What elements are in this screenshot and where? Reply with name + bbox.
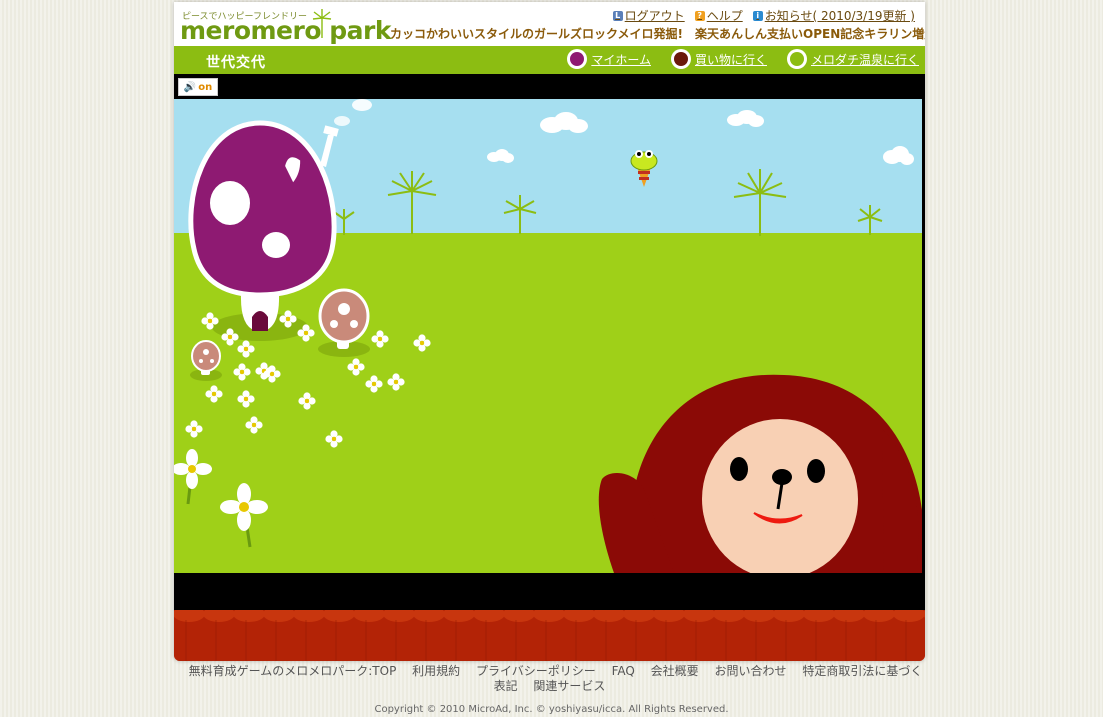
shopping-link[interactable]: 買い物に行く bbox=[670, 49, 767, 69]
shopping-label: 買い物に行く bbox=[694, 52, 767, 67]
myhome-icon bbox=[567, 49, 588, 69]
game-area[interactable]: 🔊 on bbox=[174, 74, 925, 611]
sound-toggle-button[interactable]: 🔊 on bbox=[178, 78, 218, 96]
header: ピースでハッピーフレンドリー meromero park L ログアウト ? ヘ… bbox=[174, 2, 925, 46]
logo-text: meromero park bbox=[180, 16, 391, 45]
onsen-icon bbox=[786, 49, 807, 69]
small-mushroom bbox=[318, 288, 370, 357]
footer-link-faq[interactable]: FAQ bbox=[612, 664, 635, 678]
copyright: Copyright © 2010 MicroAd, Inc. © yoshiya… bbox=[374, 704, 729, 715]
footer-link-top[interactable]: 無料育成ゲームのメロメロパーク:TOP bbox=[189, 664, 397, 678]
logo[interactable]: meromero park bbox=[180, 9, 391, 45]
green-nav-bar: 世代交代 マイホーム 買い物に行く メロダチ温泉に行く bbox=[174, 46, 925, 74]
footer-link-related[interactable]: 関連サービス bbox=[533, 679, 605, 693]
onsen-label: メロダチ温泉に行く bbox=[810, 52, 919, 67]
shopping-icon bbox=[670, 49, 691, 69]
dandelion-logo-icon bbox=[312, 9, 332, 38]
help-icon: ? bbox=[694, 10, 705, 21]
section-title: 世代交代 bbox=[206, 55, 266, 71]
footer-link-company[interactable]: 会社概要 bbox=[651, 664, 699, 678]
logout-label: ログアウト bbox=[624, 9, 685, 23]
stage-curtain bbox=[174, 606, 925, 661]
smoke-puff bbox=[352, 99, 372, 111]
game-scene[interactable] bbox=[174, 99, 922, 573]
small-mushroom bbox=[190, 340, 222, 381]
footer-link-terms[interactable]: 利用規約 bbox=[412, 664, 460, 678]
info-icon: i bbox=[752, 10, 763, 21]
myhome-link[interactable]: マイホーム bbox=[567, 49, 651, 69]
speaker-icon: 🔊 bbox=[183, 81, 197, 93]
onsen-link[interactable]: メロダチ温泉に行く bbox=[786, 49, 919, 69]
footer-link-privacy[interactable]: プライバシーポリシー bbox=[476, 664, 596, 678]
logout-icon: L bbox=[612, 10, 623, 21]
help-link[interactable]: ? ヘルプ bbox=[694, 7, 743, 24]
campaign-banner[interactable]: カッコかわいいスタイルのガールズロックメイロ発掘! 楽天あんしん支払いOPEN記… bbox=[390, 25, 925, 42]
sound-label: on bbox=[198, 81, 213, 93]
info-label: お知らせ( 2010/3/19更新 ) bbox=[764, 9, 915, 23]
top-nav: L ログアウト ? ヘルプ i お知らせ( 2010/3/19更新 ) bbox=[612, 7, 915, 24]
sub-nav: マイホーム 買い物に行く メロダチ温泉に行く bbox=[567, 49, 919, 69]
info-link[interactable]: i お知らせ( 2010/3/19更新 ) bbox=[752, 7, 915, 24]
help-label: ヘルプ bbox=[706, 9, 743, 23]
myhome-label: マイホーム bbox=[591, 52, 651, 67]
logout-link[interactable]: L ログアウト bbox=[612, 7, 685, 24]
page-container: ピースでハッピーフレンドリー meromero park L ログアウト ? ヘ… bbox=[174, 2, 925, 661]
footer-link-contact[interactable]: お問い合わせ bbox=[715, 664, 787, 678]
footer-links: 無料育成ゲームのメロメロパーク:TOP 利用規約 プライバシーポリシー FAQ … bbox=[180, 664, 925, 694]
smoke-puff bbox=[334, 116, 350, 126]
